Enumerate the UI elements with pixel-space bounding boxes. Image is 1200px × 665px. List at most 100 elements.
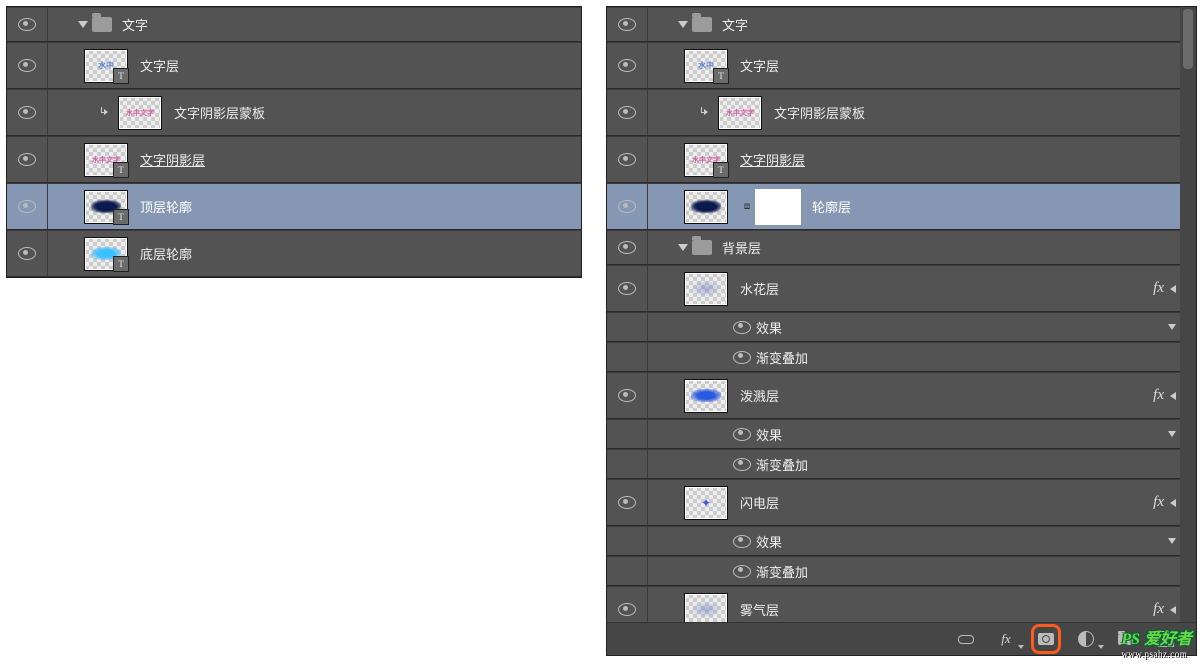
layer-group-row[interactable]: 文字 [607,7,1180,42]
layer-row[interactable]: 水中T 文字层 [7,42,581,89]
layer-label[interactable]: 文字层 [740,56,779,75]
layer-thumb[interactable]: 水中文字T [684,143,728,177]
link-layers-button[interactable] [956,629,976,649]
layer-label[interactable]: 文字阴影层 [740,150,805,169]
layer-label[interactable]: 文字阴影层蒙板 [774,103,865,122]
layer-label[interactable]: 闪电层 [740,493,779,512]
layer-row[interactable]: ✦ 闪电层 fx [607,479,1180,526]
visibility-toggle[interactable] [7,90,47,135]
visibility-toggle[interactable] [607,343,647,371]
layer-thumb[interactable] [684,190,728,224]
fx-caret-icon[interactable] [1170,392,1176,400]
fx-indicator[interactable]: fx [1153,387,1164,404]
layer-row[interactable]: T 顶层轮廓 [7,183,581,230]
layer-row[interactable]: 水中T 文字层 [607,42,1180,89]
visibility-toggle[interactable] [7,137,47,182]
layer-row[interactable]: 水中文字T 文字阴影层 [607,136,1180,183]
layer-thumb[interactable]: T [84,237,128,271]
effect-sub-row[interactable]: 效果 [607,526,1180,556]
effect-visibility-toggle[interactable] [728,343,756,371]
layer-label[interactable]: 水花层 [740,279,779,298]
fx-button[interactable]: fx [996,629,1016,649]
layer-thumb[interactable]: 水中文字 [718,96,762,130]
scrollbar-thumb[interactable] [1183,9,1193,69]
visibility-toggle[interactable] [7,231,47,276]
fx-caret-icon[interactable] [1170,499,1176,507]
group-label[interactable]: 文字 [122,15,148,34]
fx-caret-icon[interactable] [1170,285,1176,293]
layer-label[interactable]: 顶层轮廓 [140,197,192,216]
fx-indicator[interactable]: fx [1153,601,1164,618]
add-mask-button[interactable] [1036,629,1056,649]
layer-thumb[interactable]: T [84,190,128,224]
visibility-toggle[interactable] [607,184,647,229]
fx-indicator[interactable]: fx [1153,494,1164,511]
layer-group-row[interactable]: 背景层 [607,230,1180,265]
group-label[interactable]: 背景层 [722,238,761,257]
layer-thumb[interactable]: ✦ [684,486,728,520]
layer-label[interactable]: 文字阴影层 [140,150,205,169]
layer-row[interactable]: 水中文字 文字阴影层蒙板 [607,89,1180,136]
layer-row[interactable]: 水中文字T 文字阴影层 [7,136,581,183]
visibility-toggle[interactable] [607,313,647,341]
layer-label[interactable]: 轮廓层 [812,197,851,216]
layer-mask-thumb[interactable] [756,190,800,224]
effect-sub-row[interactable]: 渐变叠加 [607,449,1180,479]
visibility-toggle[interactable] [7,184,47,229]
effect-visibility-toggle[interactable] [728,313,756,341]
layer-label[interactable]: 文字层 [140,56,179,75]
layer-thumb[interactable] [684,272,728,306]
effect-sub-row[interactable]: 渐变叠加 [607,556,1180,586]
effect-visibility-toggle[interactable] [728,450,756,478]
visibility-toggle[interactable] [7,43,47,88]
effect-visibility-toggle[interactable] [728,527,756,555]
effect-sub-row[interactable]: 效果 [607,312,1180,342]
visibility-toggle[interactable] [607,373,647,418]
fx-caret-icon[interactable] [1170,606,1176,614]
visibility-toggle[interactable] [607,557,647,585]
layer-label[interactable]: 文字阴影层蒙板 [174,103,265,122]
expand-caret-icon[interactable] [678,244,688,251]
layer-row[interactable]: 水花层 fx [607,265,1180,312]
collapse-caret-icon[interactable] [1168,538,1176,544]
adjustment-layer-button[interactable] [1076,629,1096,649]
visibility-toggle[interactable] [607,8,647,41]
effect-sub-row[interactable]: 渐变叠加 [607,342,1180,372]
layer-label[interactable]: 泼溅层 [740,386,779,405]
visibility-toggle[interactable] [7,8,47,41]
effect-visibility-toggle[interactable] [728,557,756,585]
layer-row[interactable]: 泼溅层 fx [607,372,1180,419]
layer-thumb[interactable]: 水中文字 [118,96,162,130]
visibility-toggle[interactable] [607,43,647,88]
visibility-toggle[interactable] [607,90,647,135]
group-label[interactable]: 文字 [722,15,748,34]
layer-label[interactable]: 底层轮廓 [140,244,192,263]
expand-caret-icon[interactable] [678,21,688,28]
visibility-toggle[interactable] [607,231,647,264]
layer-row[interactable]: ⧈ 轮廓层 [607,183,1180,230]
visibility-toggle[interactable] [607,420,647,448]
layer-row[interactable]: T 底层轮廓 [7,230,581,277]
visibility-toggle[interactable] [607,480,647,525]
expand-caret-icon[interactable] [78,21,88,28]
watermark: PS 爱好者 www.psahz.com [1121,625,1192,659]
collapse-caret-icon[interactable] [1168,431,1176,437]
visibility-toggle[interactable] [607,450,647,478]
layer-group-row[interactable]: 文字 [7,7,581,42]
fx-indicator[interactable]: fx [1153,280,1164,297]
effect-visibility-toggle[interactable] [728,420,756,448]
layer-thumb[interactable] [684,379,728,413]
layer-thumb[interactable]: 水中文字T [84,143,128,177]
effect-sub-row[interactable]: 效果 [607,419,1180,449]
visibility-toggle[interactable] [607,266,647,311]
layer-label[interactable]: 雾气层 [740,600,779,619]
layer-thumb[interactable]: 水中T [684,49,728,83]
effect-label: 渐变叠加 [756,562,808,581]
visibility-toggle[interactable] [607,527,647,555]
collapse-caret-icon[interactable] [1168,324,1176,330]
layer-row[interactable]: 水中文字 文字阴影层蒙板 [7,89,581,136]
mask-link-icon[interactable]: ⧈ [740,201,754,212]
layer-thumb[interactable]: 水中T [84,49,128,83]
visibility-toggle[interactable] [607,137,647,182]
scrollbar[interactable] [1179,7,1196,655]
